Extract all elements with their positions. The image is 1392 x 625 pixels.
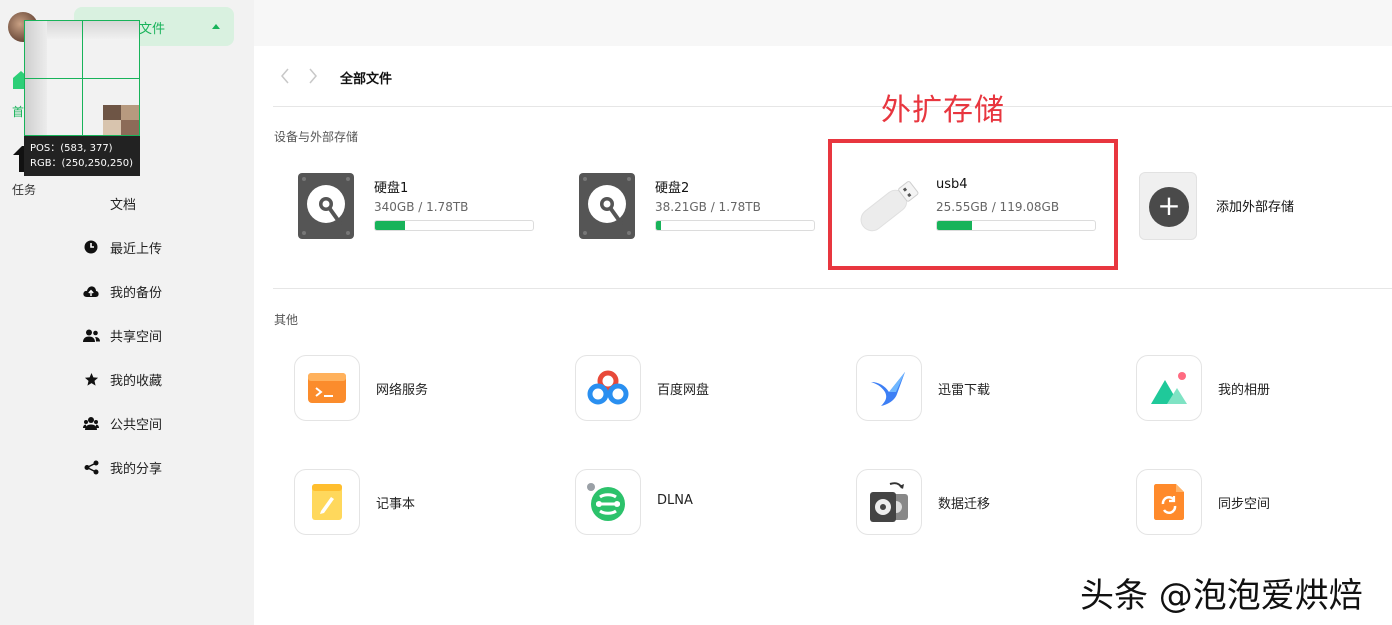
rail-task-label[interactable]: 任务 <box>12 181 36 198</box>
drive-usage-fill <box>656 221 661 230</box>
terminal-icon <box>294 355 360 421</box>
app-label: 百度网盘 <box>657 383 710 398</box>
plus-icon: + <box>1149 187 1189 227</box>
annotation-label: 外扩存储 <box>881 93 1005 128</box>
drive-name: 硬盘1 <box>374 181 409 196</box>
sidebar-item-label: 我的备份 <box>110 285 163 301</box>
sidebar-item-documents[interactable]: 文档 <box>82 192 242 214</box>
color-picker-magnifier: POS：(583, 377) RGB：(250,250,250) <box>24 20 140 176</box>
sidebar-item-my-shares[interactable]: 我的分享 <box>82 456 242 478</box>
app-label: 我的相册 <box>1218 383 1271 398</box>
baidu-netdisk-icon <box>575 355 641 421</box>
history-nav <box>281 68 317 84</box>
sidebar-item-label: 我的收藏 <box>110 373 163 389</box>
star-icon <box>82 370 100 388</box>
crosshair-horizontal <box>25 78 139 79</box>
thunder-bird-icon <box>856 355 922 421</box>
hard-disk-icon <box>298 173 354 239</box>
divider <box>273 106 1392 107</box>
add-external-storage-button[interactable]: + 添加外部存储 <box>1116 172 1376 242</box>
app-network-service[interactable]: 网络服务 <box>274 355 534 423</box>
add-storage-label: 添加外部存储 <box>1216 200 1295 215</box>
magnifier-rgb: RGB：(250,250,250) <box>30 158 133 169</box>
sidebar-item-public-space[interactable]: 公共空间 <box>82 412 242 434</box>
sidebar-item-label: 最近上传 <box>110 241 163 257</box>
sidebar-item-label: 我的分享 <box>110 461 163 477</box>
users-icon <box>82 326 100 344</box>
app-label: 同步空间 <box>1218 497 1271 512</box>
sidebar-item-label: 公共空间 <box>110 417 163 433</box>
sidebar-item-label: 文档 <box>110 197 137 213</box>
app-label: 迅雷下载 <box>938 383 991 398</box>
sidebar-item-shared-space[interactable]: 共享空间 <box>82 324 242 346</box>
document-icon <box>82 194 100 212</box>
section-title-other: 其他 <box>274 313 299 327</box>
drive-name: 硬盘2 <box>655 181 690 196</box>
cloud-upload-icon <box>82 282 100 300</box>
app-photo-album[interactable]: 我的相册 <box>1116 355 1376 423</box>
sidebar-item-label: 共享空间 <box>110 329 163 345</box>
share-icon <box>82 458 100 476</box>
divider <box>273 288 1392 289</box>
magnifier-pixels <box>103 105 139 135</box>
back-arrow-icon[interactable] <box>281 68 289 84</box>
sidebar-item-label: 文件 <box>139 22 166 37</box>
drive-usage-bar <box>655 220 815 231</box>
forward-arrow-icon[interactable] <box>309 68 317 84</box>
rail-home-label[interactable]: 首 <box>12 103 24 120</box>
app-dlna[interactable]: DLNA <box>555 469 815 537</box>
sidebar-item-favorites[interactable]: 我的收藏 <box>82 368 242 390</box>
drive-card-1[interactable]: 硬盘1 340GB / 1.78TB <box>274 172 534 242</box>
data-migration-icon <box>856 469 922 535</box>
caret-up-icon[interactable] <box>212 24 220 29</box>
magnifier-info: POS：(583, 377) RGB：(250,250,250) <box>24 136 140 176</box>
drive-capacity: 38.21GB / 1.78TB <box>655 200 761 214</box>
section-title-devices: 设备与外部存储 <box>274 130 359 144</box>
app-thunder-download[interactable]: 迅雷下载 <box>836 355 1096 423</box>
app-label: 数据迁移 <box>938 497 991 512</box>
drive-capacity: 340GB / 1.78TB <box>374 200 469 214</box>
dlna-icon <box>575 469 641 535</box>
sidebar-item-my-backup[interactable]: 我的备份 <box>82 280 242 302</box>
app-data-migration[interactable]: 数据迁移 <box>836 469 1096 537</box>
breadcrumb: 全部文件 <box>340 72 393 87</box>
annotation-highlight-box <box>828 139 1118 270</box>
app-label: DLNA <box>657 493 693 508</box>
drive-usage-fill <box>375 221 406 230</box>
add-storage-tile: + <box>1139 172 1197 240</box>
drive-card-2[interactable]: 硬盘2 38.21GB / 1.78TB <box>555 172 815 242</box>
app-baidu-netdisk[interactable]: 百度网盘 <box>555 355 815 423</box>
main-panel: 全部文件 设备与外部存储 硬盘1 340GB / 1.78TB 硬盘2 38.2… <box>254 46 1392 625</box>
app-label: 网络服务 <box>376 383 429 398</box>
hard-disk-icon <box>579 173 635 239</box>
photo-album-icon <box>1136 355 1202 421</box>
app-notepad[interactable]: 记事本 <box>274 469 534 537</box>
magnifier-position: POS：(583, 377) <box>30 143 113 154</box>
notepad-icon <box>294 469 360 535</box>
watermark: 头条 @泡泡爱烘焙 <box>1080 576 1363 616</box>
app-label: 记事本 <box>376 497 416 512</box>
group-icon <box>82 414 100 432</box>
magnifier-view <box>24 20 140 136</box>
drive-usage-bar <box>374 220 534 231</box>
app-sync-space[interactable]: 同步空间 <box>1116 469 1376 537</box>
sidebar-item-recent-uploads[interactable]: 最近上传 <box>82 236 242 258</box>
clock-icon <box>82 238 100 256</box>
sync-space-icon <box>1136 469 1202 535</box>
